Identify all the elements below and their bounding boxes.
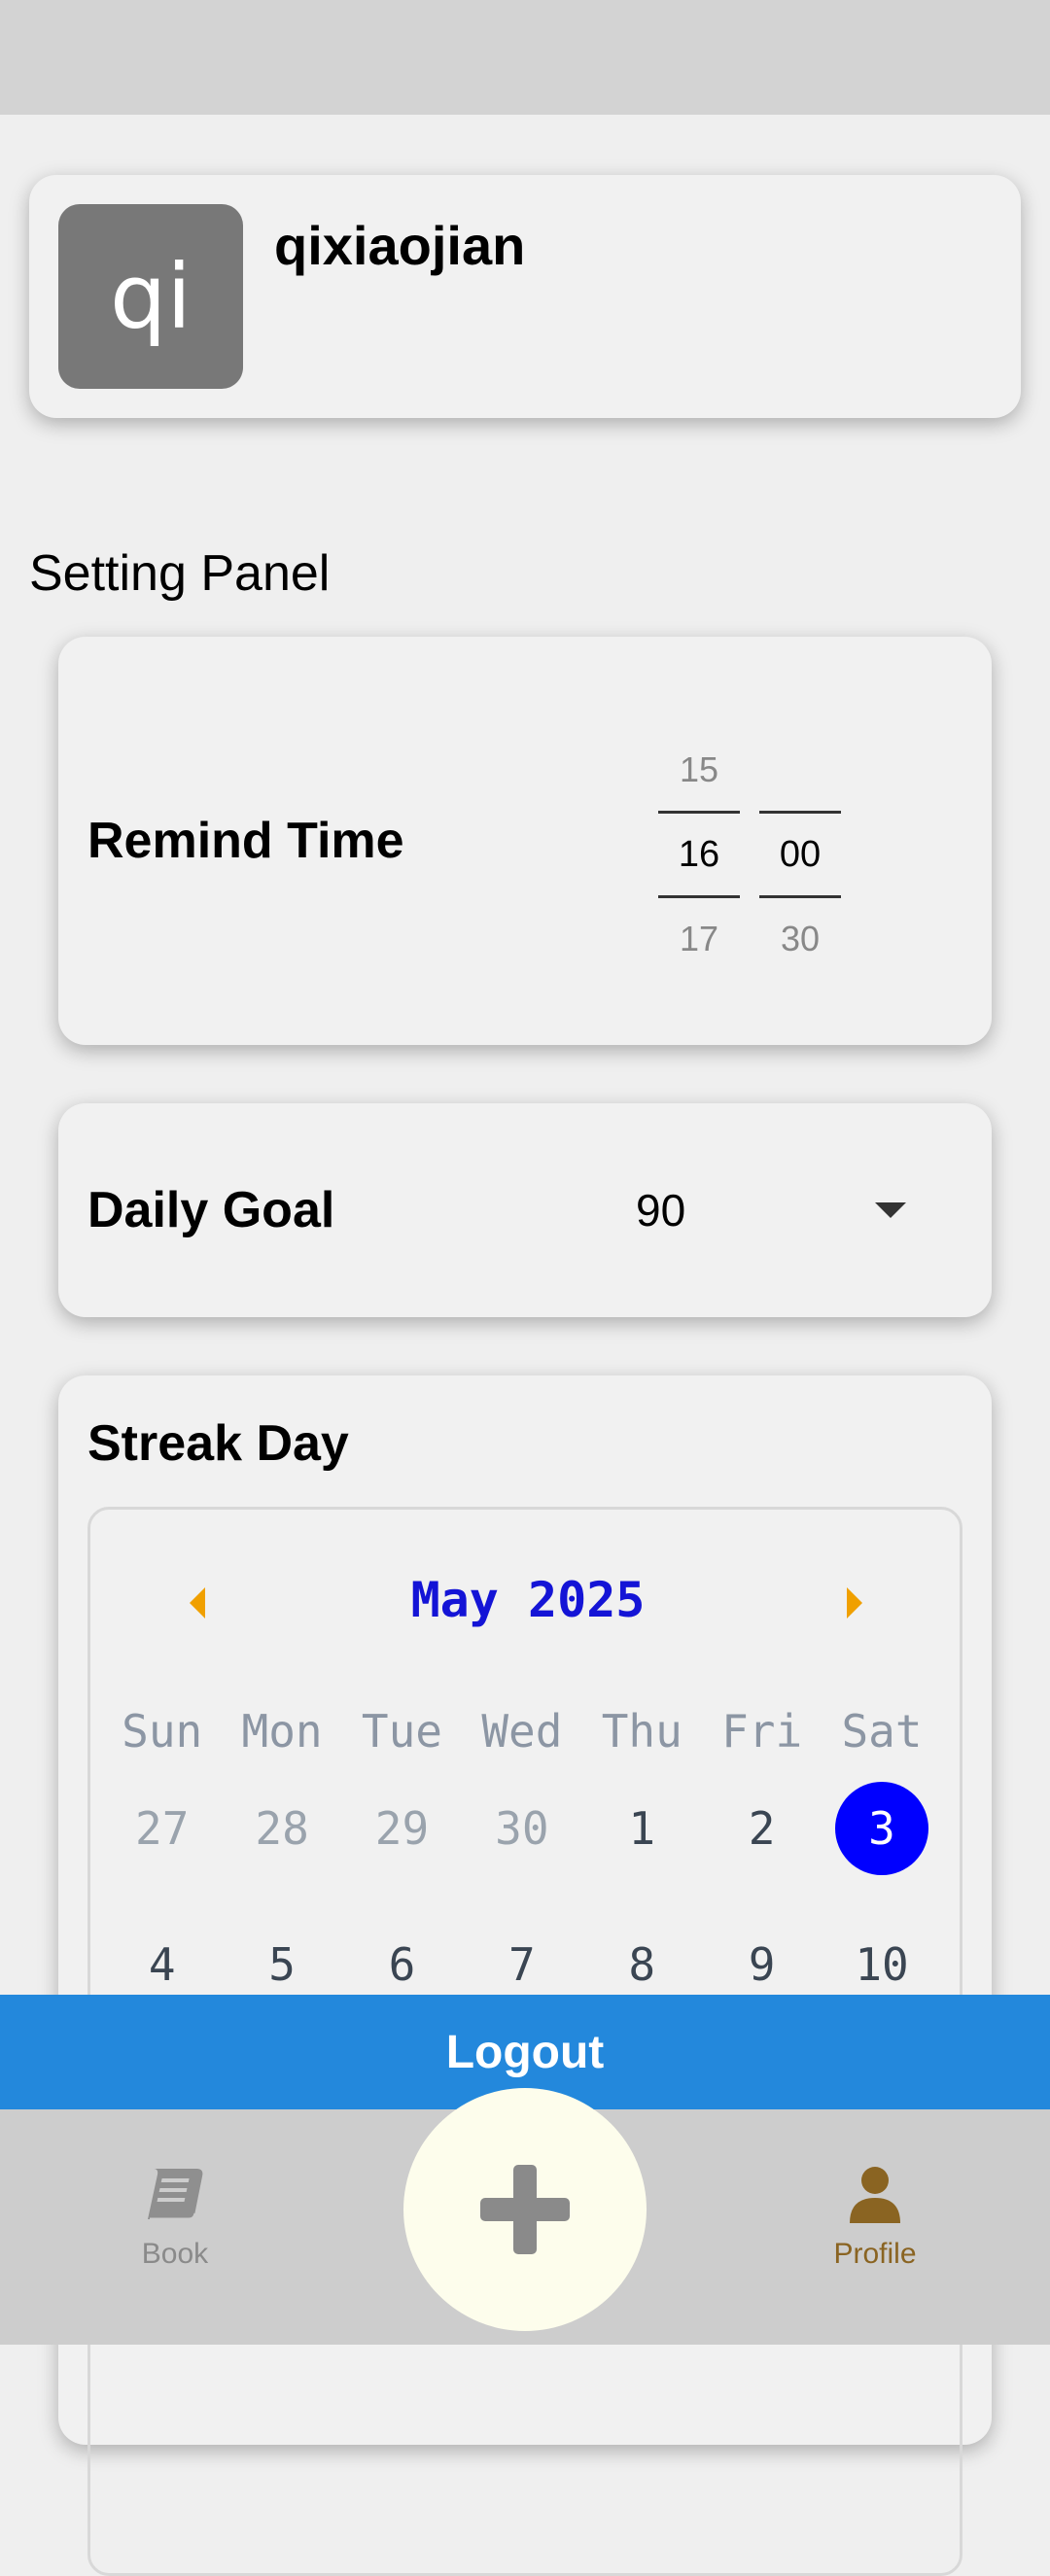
streak-day-label: Streak Day [88,1415,349,1472]
hour-prev[interactable]: 15 [658,729,740,811]
calendar-month-title: May 2025 [410,1572,646,1628]
calendar-day[interactable]: 30 [462,1782,581,1875]
calendar-day[interactable]: 27 [102,1782,222,1875]
minute-next[interactable]: 30 [759,898,841,980]
plus-icon [480,2165,570,2254]
weekday-label: Tue [361,1705,443,1758]
calendar-day[interactable]: 29 [342,1782,462,1875]
remind-time-card: Remind Time 15 16 17 00 30 [58,637,992,1045]
profile-card: qi qixiaojian [29,175,1021,418]
hour-next[interactable]: 17 [658,898,740,980]
next-month-arrow-icon[interactable] [847,1587,862,1619]
today-marker: 3 [835,1782,929,1875]
nav-profile-label: Profile [833,2238,917,2270]
calendar-day[interactable]: 1 [582,1782,702,1875]
weekday-label: Mon [241,1705,323,1758]
daily-goal-card: Daily Goal 90 [58,1103,992,1317]
weekday-label: Thu [601,1705,682,1758]
weekday-label: Sun [122,1705,203,1758]
caret-down-icon[interactable] [875,1202,906,1218]
add-button[interactable] [403,2088,647,2331]
nav-item-book[interactable]: Book [78,2163,272,2271]
hour-selected[interactable]: 16 [658,814,740,895]
daily-goal-label: Daily Goal [88,1182,335,1238]
daily-goal-select[interactable]: 90 [636,1184,685,1236]
weekday-label: Sat [841,1705,923,1758]
status-bar [0,0,1050,115]
remind-time-label: Remind Time [88,813,404,869]
weekday-header: Sun Mon Tue Wed Thu Fri Sat [102,1685,942,1778]
calendar-week: 27 28 29 30 1 2 3 [102,1782,942,1875]
calendar-day[interactable]: 28 [222,1782,341,1875]
nav-book-label: Book [141,2238,209,2270]
minute-prev[interactable] [759,729,841,811]
user-icon [850,2167,900,2223]
calendar-day[interactable]: 2 [702,1782,822,1875]
avatar: qi [58,204,243,389]
book-icon [148,2169,203,2221]
minute-picker[interactable]: 00 30 [759,729,841,980]
weekday-label: Wed [481,1705,563,1758]
minute-selected[interactable]: 00 [759,814,841,895]
calendar-day-today[interactable]: 3 [822,1782,941,1875]
username: qixiaojian [274,215,526,276]
nav-item-profile[interactable]: Profile [778,2163,972,2271]
weekday-label: Fri [721,1705,803,1758]
settings-title: Setting Panel [29,545,331,602]
hour-picker[interactable]: 15 16 17 [658,729,740,980]
